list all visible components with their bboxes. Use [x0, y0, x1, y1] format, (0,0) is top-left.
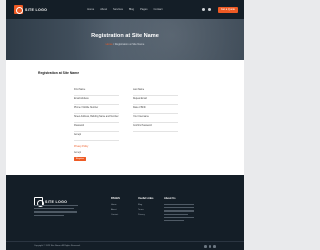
text-line [34, 208, 74, 210]
field-label: Repeat Email [133, 98, 147, 100]
nav-item[interactable]: About [100, 8, 107, 11]
footer-link[interactable]: Terms [138, 209, 153, 211]
page-hero: Registration at Site Name Home / Registr… [6, 19, 244, 60]
site-logo[interactable]: SITE LOGO [14, 5, 47, 14]
terms-text: Accept [74, 152, 82, 154]
repeat-email-field[interactable] [133, 101, 178, 105]
footer-heading: Useful Links [138, 197, 154, 200]
date-of-birth-field[interactable] [133, 110, 178, 114]
top-header: SITE LOGO Home About Services Blog Pages… [6, 0, 244, 19]
footer-heading: About Us [164, 197, 176, 200]
text-line [164, 204, 194, 206]
text-line [164, 210, 194, 212]
site-footer: SITE LOGO PAGES Home About Contact Usefu… [6, 175, 244, 250]
field-label: Email Address [74, 98, 89, 100]
copyright-text: Copyright © 2023 Site Name. All Rights R… [34, 245, 81, 247]
twitter-icon[interactable] [208, 245, 212, 248]
text-line [164, 219, 184, 222]
facebook-icon[interactable] [204, 245, 207, 248]
password-field[interactable] [74, 128, 119, 132]
confirm-password-field[interactable] [133, 128, 178, 132]
field-label: Date of Birth [133, 107, 146, 109]
user-icon[interactable] [207, 8, 211, 11]
header-icons: Get a Quote [201, 6, 238, 13]
username-field[interactable] [133, 119, 178, 123]
text-line [34, 205, 78, 207]
footer-bottom-bar: Copyright © 2023 Site Name. All Rights R… [6, 241, 244, 250]
footer-link[interactable]: Home [111, 204, 120, 206]
footer-col-pages: PAGES Home About Contact [111, 197, 120, 219]
footer-link[interactable]: Privacy [138, 214, 153, 216]
text-line [34, 214, 64, 216]
breadcrumb-home[interactable]: Home [106, 43, 113, 46]
footer-link[interactable]: About [111, 209, 120, 211]
footer-description [34, 205, 78, 218]
field-label: Accept [74, 134, 82, 136]
page: SITE LOGO Home About Services Blog Pages… [6, 0, 244, 250]
field-label: Phone / Mobile Number [74, 107, 99, 109]
nav-item[interactable]: Services [113, 8, 123, 11]
footer-col-about: About Us [164, 197, 194, 223]
search-icon[interactable] [201, 8, 205, 11]
footer-link[interactable]: Blog [138, 204, 153, 206]
main-nav: Home About Services Blog Pages Contact [87, 8, 162, 11]
breadcrumb: Home / Registration at Site Name [6, 43, 244, 46]
logo-icon [14, 5, 23, 14]
nav-item[interactable]: Blog [129, 8, 134, 11]
footer-logo-text: SITE LOGO [45, 199, 68, 204]
nav-item[interactable]: Contact [154, 8, 163, 11]
instagram-icon[interactable] [213, 245, 216, 248]
text-line [164, 216, 194, 218]
nav-item[interactable]: Home [87, 8, 94, 11]
field-label: First Name [74, 89, 86, 91]
field-label: Password [74, 125, 85, 127]
field-label: Confirm Password [133, 125, 152, 127]
text-line [34, 211, 77, 213]
field-label: Street Address, Building Name and Number [74, 116, 119, 118]
breadcrumb-current: Registration at Site Name [114, 43, 145, 46]
text-line [164, 207, 194, 209]
phone-field[interactable] [74, 110, 119, 114]
text-line [164, 213, 188, 215]
page-title: Registration at Site Name [91, 33, 159, 39]
footer-col-links: Useful Links Blog Terms Privacy [138, 197, 153, 219]
first-name-field[interactable] [74, 92, 119, 96]
field-label: Last Name [133, 89, 145, 91]
registration-heading: Registration at Site Name [38, 71, 80, 75]
field-label: Your Username [133, 116, 149, 118]
social-links [204, 245, 216, 248]
logo-text: SITE LOGO [25, 7, 48, 12]
last-name-field[interactable] [133, 92, 178, 96]
email-field[interactable] [74, 101, 119, 105]
register-button[interactable]: Register [74, 157, 86, 161]
footer-heading: PAGES [111, 197, 120, 200]
privacy-policy-link[interactable]: Privacy Policy [74, 146, 88, 148]
extra-field[interactable] [74, 137, 119, 141]
address-field[interactable] [74, 119, 119, 123]
footer-link[interactable]: Contact [111, 214, 120, 216]
quote-button[interactable]: Get a Quote [217, 6, 238, 13]
nav-item[interactable]: Pages [140, 8, 147, 11]
